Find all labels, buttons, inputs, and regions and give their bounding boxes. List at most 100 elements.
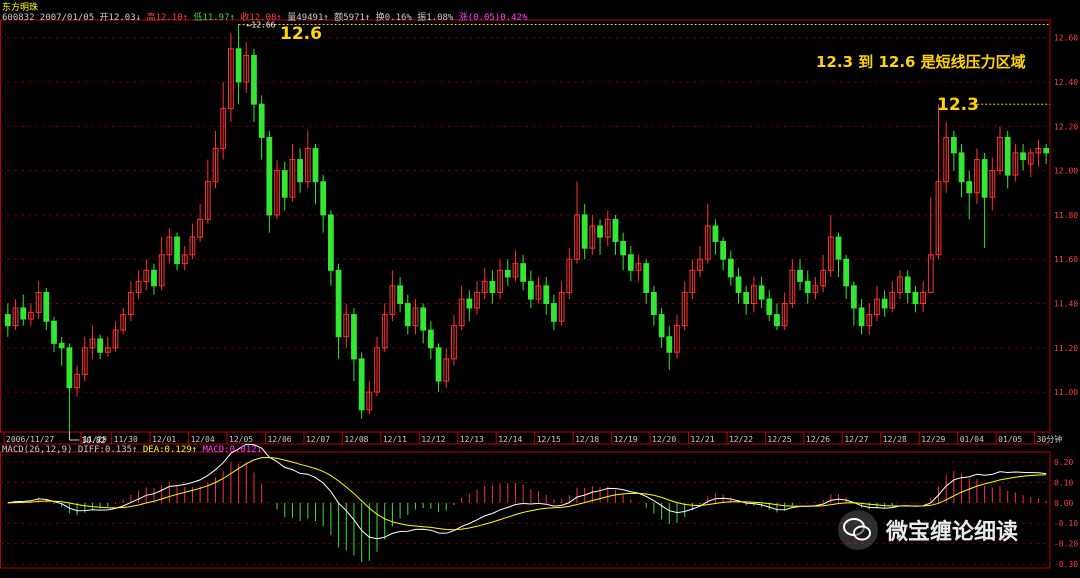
candle-body	[297, 159, 303, 183]
x-tick-label: 12/05	[229, 435, 253, 444]
candle-body	[489, 280, 496, 293]
x-tick-label: 01/05	[998, 435, 1022, 444]
candle-body	[658, 314, 665, 338]
y-tick-label: 12.20	[1054, 122, 1078, 131]
candle-body	[627, 254, 634, 271]
x-tick-label: 12/22	[729, 435, 753, 444]
candle-body	[235, 48, 242, 83]
macd-header-part: DEA:0.129↑	[137, 445, 198, 455]
macd-y-tick-label: 0.10	[1054, 479, 1073, 488]
x-tick-label: 12/06	[268, 435, 292, 444]
y-tick-label: 11.80	[1054, 211, 1078, 220]
candle-body	[504, 269, 511, 278]
candle-body	[720, 241, 727, 260]
x-tick-label: 12/21	[691, 435, 715, 444]
x-tick-label: 12/28	[883, 435, 907, 444]
candle-body	[174, 236, 180, 265]
candle-body	[958, 152, 965, 183]
macd-y-tick-label: -0.30	[1054, 560, 1078, 569]
y-tick-label: 11.40	[1054, 300, 1078, 309]
x-tick-label: 12/19	[614, 435, 638, 444]
macd-header-part: MACD(26,12,9) DIFF:0.135↑	[2, 445, 138, 455]
candle-body	[904, 276, 911, 293]
label-mid: 12.3	[937, 95, 979, 115]
x-tick-label: 12/01	[152, 435, 176, 444]
quote-part: 低11.97↑	[187, 13, 235, 23]
candle-body	[520, 263, 527, 282]
candle-body	[950, 136, 957, 154]
candle-body	[912, 291, 919, 305]
quote-part: 振1.08%	[411, 13, 454, 23]
candle-body	[435, 347, 442, 382]
candle-body	[612, 218, 619, 243]
quote-part: 高12.10↑	[141, 13, 188, 23]
label-high: 12.6	[280, 24, 322, 44]
candle-body	[881, 298, 888, 309]
macd-header: MACD(26,12,9) DIFF:0.135↑ DEA:0.129↑ MAC…	[2, 445, 262, 455]
candle-body	[766, 298, 773, 316]
pressure-zone-text: 12.3 到 12.6 是短线压力区域	[816, 53, 1026, 71]
quote-part: 换0.16%	[370, 13, 412, 23]
candle-body	[266, 136, 273, 216]
candle-body	[735, 276, 742, 293]
quote-part: 涨(0.05)0.42%	[453, 13, 528, 23]
quote-part: 量49491↑	[281, 13, 329, 23]
marked-low-label: 10.82	[81, 436, 105, 445]
wechat-icon	[838, 510, 878, 550]
candle-body	[651, 291, 657, 316]
candle-body	[581, 214, 588, 249]
candle-body	[927, 254, 934, 293]
quote-part: 收12.08↑	[234, 13, 282, 23]
candle-body	[551, 303, 557, 322]
candle-body	[966, 181, 973, 194]
candle-body	[51, 320, 57, 344]
candle-body	[312, 147, 319, 183]
candle-body	[466, 298, 473, 309]
candle-body	[351, 314, 357, 360]
candle-body	[358, 358, 365, 411]
candle-body	[404, 303, 411, 327]
candle-body	[335, 269, 342, 338]
y-tick-label: 11.20	[1054, 344, 1078, 353]
candle-body	[597, 225, 603, 238]
x-tick-label: 12/13	[460, 435, 484, 444]
x-tick-label: 12/15	[537, 435, 561, 444]
x-tick-label: 01/04	[960, 435, 984, 444]
candle-body	[835, 236, 842, 260]
candle-body	[20, 307, 27, 320]
candle-body	[858, 307, 865, 327]
candle-body	[643, 263, 650, 293]
x-tick-label: 2006/11/27	[6, 435, 54, 444]
y-tick-label: 12.00	[1054, 167, 1078, 176]
watermark-text: 微宝缠论细读	[886, 520, 1019, 545]
x-tick-label: 12/14	[498, 435, 522, 444]
candle-body	[151, 269, 157, 287]
y-tick-label: 11.00	[1054, 388, 1078, 397]
y-tick-label: 12.60	[1054, 34, 1078, 43]
candle-body	[774, 314, 780, 327]
candle-body	[58, 342, 65, 349]
candle-body	[251, 54, 257, 105]
x-tick-label: 12/04	[191, 435, 215, 444]
candle-body	[543, 285, 550, 305]
candle-body	[804, 280, 811, 293]
candle-body	[420, 307, 427, 331]
x-tick-label: 12/27	[844, 435, 868, 444]
candle-body	[320, 181, 327, 216]
candle-body	[427, 329, 434, 349]
candle-body	[97, 338, 104, 353]
candle-body	[397, 285, 403, 305]
x-tick-label: 12/25	[767, 435, 791, 444]
macd-y-tick-label: 0.20	[1054, 458, 1073, 467]
candle-body	[1004, 136, 1011, 176]
candle-body	[727, 258, 734, 278]
candle-body	[4, 314, 11, 327]
candlestick-chart: 11.00 11.20 11.40 11.60 11.80 12.00 12.20 12.40…	[0, 19, 1078, 569]
candle-body	[327, 214, 334, 271]
candle-body	[66, 347, 73, 389]
x-tick-label: 12/11	[383, 435, 407, 444]
candle-body	[1020, 152, 1026, 161]
quote-line: 600832 2007/01/05 开12.03↓ 高12.10↑ 低11.97…	[2, 10, 527, 23]
candle-body	[258, 103, 265, 138]
macd-y-tick-label: -0.20	[1054, 540, 1078, 549]
